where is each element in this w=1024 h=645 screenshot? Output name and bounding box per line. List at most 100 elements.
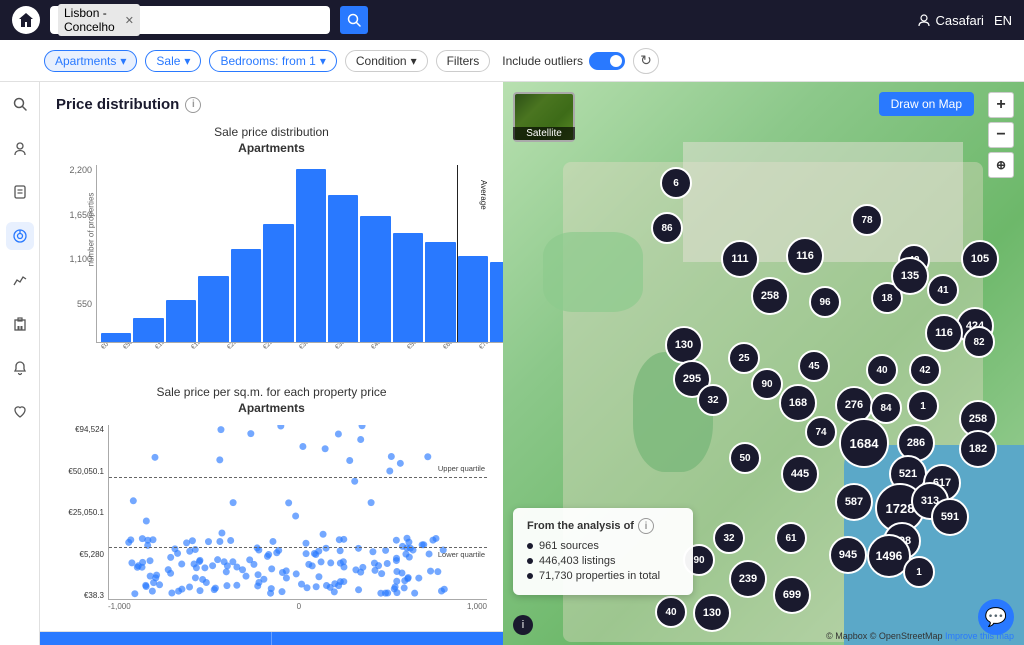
draw-on-map-button[interactable]: Draw on Map <box>879 92 974 116</box>
search-button[interactable] <box>340 6 368 34</box>
scatter-x-2: 0 <box>297 602 301 611</box>
cluster-84[interactable]: 84 <box>870 392 902 424</box>
cluster-591[interactable]: 591 <box>931 498 969 536</box>
cluster-1684[interactable]: 1684 <box>839 418 889 468</box>
x-label-7: €350k-400k <box>334 343 371 359</box>
bar-11 <box>458 256 488 343</box>
scatter-y-4: €5,280 <box>80 550 104 559</box>
cluster-74[interactable]: 74 <box>805 416 837 448</box>
y-axis-title: number of properties <box>86 193 95 267</box>
cluster-32b[interactable]: 32 <box>713 522 745 554</box>
cluster-587[interactable]: 587 <box>835 483 873 521</box>
cluster-130b[interactable]: 130 <box>693 594 731 632</box>
scatter-area: Upper quartile Lower quartile <box>108 425 487 600</box>
average-label: Average <box>479 180 488 210</box>
condition-filter[interactable]: Condition ▾ <box>345 50 428 72</box>
bar-12 <box>490 262 503 342</box>
panel-content: Price distribution i Sale price distribu… <box>40 82 503 631</box>
park-area-2 <box>543 232 643 312</box>
cluster-116[interactable]: 116 <box>786 237 824 275</box>
bar-7 <box>328 195 358 342</box>
zoom-in-button[interactable]: + <box>988 92 1014 118</box>
cluster-86[interactable]: 86 <box>651 212 683 244</box>
cluster-61[interactable]: 61 <box>775 522 807 554</box>
bars-area: Average <box>96 165 503 343</box>
scatter-y-2: €50,050.1 <box>68 467 104 476</box>
analysis-info-icon[interactable]: i <box>638 518 654 534</box>
sidebar-icon-search[interactable] <box>6 90 34 118</box>
market-report-button[interactable]: Market report <box>271 632 503 645</box>
clear-search-tag[interactable]: ✕ <box>125 14 134 27</box>
cluster-258[interactable]: 258 <box>751 277 789 315</box>
cluster-25[interactable]: 25 <box>728 342 760 374</box>
sidebar-icon-building[interactable] <box>6 310 34 338</box>
cluster-82[interactable]: 82 <box>963 326 995 358</box>
sidebar-icon-bell[interactable] <box>6 354 34 382</box>
cluster-96[interactable]: 96 <box>809 286 841 318</box>
cluster-6[interactable]: 6 <box>660 167 692 199</box>
satellite-label[interactable]: Satellite <box>513 127 575 140</box>
cluster-1b[interactable]: 1 <box>903 556 935 588</box>
cluster-239[interactable]: 239 <box>729 560 767 598</box>
lower-quartile-line: Lower quartile <box>109 547 487 548</box>
cluster-32a[interactable]: 32 <box>697 384 729 416</box>
sidebar-icon-doc[interactable] <box>6 178 34 206</box>
sidebar-icon-user[interactable] <box>6 134 34 162</box>
bar-1 <box>133 318 163 342</box>
cluster-130a[interactable]: 130 <box>665 326 703 364</box>
scatter-x-3: 1,000 <box>467 602 487 611</box>
cluster-40a[interactable]: 40 <box>866 354 898 386</box>
cluster-945[interactable]: 945 <box>829 536 867 574</box>
filters-button[interactable]: Filters <box>436 50 491 72</box>
analysis-listings: 446,403 listings <box>527 555 679 567</box>
map-info-badge[interactable]: i <box>513 615 533 635</box>
cluster-182[interactable]: 182 <box>959 430 997 468</box>
cluster-116b[interactable]: 116 <box>925 314 963 352</box>
x-label-8: €400k-500k <box>370 343 407 359</box>
cluster-40b[interactable]: 40 <box>655 596 687 628</box>
cluster-135[interactable]: 135 <box>891 257 929 295</box>
cluster-168[interactable]: 168 <box>779 384 817 422</box>
sidebar-icon-chart[interactable] <box>6 266 34 294</box>
cluster-78[interactable]: 78 <box>851 204 883 236</box>
market-analysis-button[interactable]: Advanced market analysis <box>40 632 271 645</box>
map-panel: Satellite Draw on Map + − ⊕ 6 86 111 116… <box>503 82 1024 645</box>
cluster-445[interactable]: 445 <box>781 455 819 493</box>
type-filter[interactable]: Apartments ▾ <box>44 50 137 72</box>
average-line: Average <box>457 165 459 342</box>
x-label-3: €150k-200k <box>190 343 227 359</box>
improve-map-link[interactable]: Improve this map <box>945 631 1014 641</box>
include-outliers: Include outliers <box>502 52 625 70</box>
cluster-42b[interactable]: 42 <box>909 354 941 386</box>
cluster-90a[interactable]: 90 <box>751 368 783 400</box>
search-input[interactable] <box>146 13 322 28</box>
chat-button[interactable]: 💬 <box>978 599 1014 635</box>
cluster-105[interactable]: 105 <box>961 240 999 278</box>
cluster-699[interactable]: 699 <box>773 576 811 614</box>
cluster-50[interactable]: 50 <box>729 442 761 474</box>
panel-info-icon[interactable]: i <box>185 97 201 113</box>
outliers-toggle[interactable] <box>589 52 625 70</box>
sale-filter[interactable]: Sale ▾ <box>145 50 201 72</box>
refresh-button[interactable]: ↻ <box>633 48 659 74</box>
location-button[interactable]: ⊕ <box>988 152 1014 178</box>
search-tag: Lisbon - Concelho ✕ <box>58 4 140 36</box>
x-axis-labels: €0-50k €50k-100k €100k-150k €150k-200k €… <box>96 343 503 365</box>
sources-bullet <box>527 543 533 549</box>
cluster-41[interactable]: 41 <box>927 274 959 306</box>
cluster-1a[interactable]: 1 <box>907 390 939 422</box>
sidebar-icon-analytics[interactable] <box>6 222 34 250</box>
map-attribution: © Mapbox © OpenStreetMap Improve this ma… <box>826 631 1014 641</box>
cluster-111[interactable]: 111 <box>721 240 759 278</box>
upper-quartile-line: Upper quartile <box>109 477 487 478</box>
bedrooms-filter[interactable]: Bedrooms: from 1 ▾ <box>209 50 336 72</box>
cluster-45[interactable]: 45 <box>798 350 830 382</box>
zoom-out-button[interactable]: − <box>988 122 1014 148</box>
sidebar-icon-heart[interactable] <box>6 398 34 426</box>
x-label-5: €250k-300k <box>262 343 299 359</box>
topbar-right: Casafari EN <box>917 13 1012 28</box>
search-bar[interactable]: Lisbon - Concelho ✕ <box>50 6 330 34</box>
urban-area-2 <box>683 142 963 262</box>
scatter-y-5: €38.3 <box>84 591 104 600</box>
chart2-title: Sale price per sq.m. for each property p… <box>56 385 487 399</box>
